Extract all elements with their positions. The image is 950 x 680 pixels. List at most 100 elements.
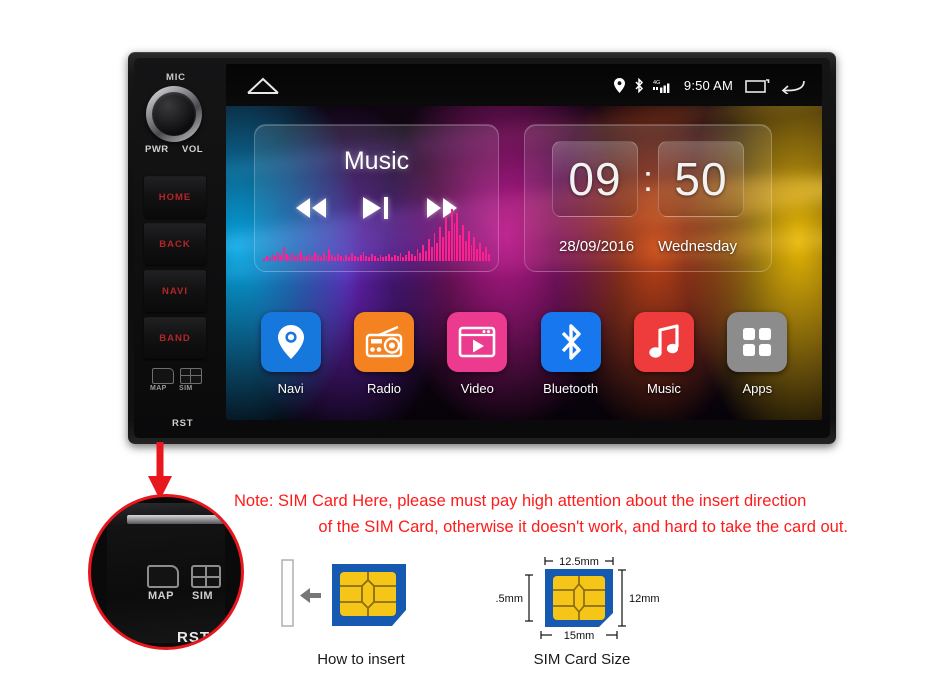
head-unit-inner-bezel: MIC PWR VOL HOME BACK NAVI BAND MAP SIM … [134,58,830,438]
app-icon-radio[interactable]: Radio [341,312,427,396]
app-icon-music[interactable]: Music [621,312,707,396]
visualizer-bar [456,213,459,261]
visualizer-bar [447,231,450,261]
audio-visualizer [263,209,490,261]
hardware-button-back[interactable]: BACK [144,223,206,265]
left-control-panel: MIC PWR VOL HOME BACK NAVI BAND MAP SIM … [142,64,220,432]
flip-clock: 09 : 50 [525,139,771,219]
visualizer-bar [359,255,362,261]
visualizer-bar [308,254,311,261]
visualizer-bar [268,257,271,261]
app-icon-navi[interactable]: Navi [248,312,334,396]
music-note-icon [649,324,679,358]
signal-bars-icon: 4G [652,80,670,93]
visualizer-bar [430,247,433,261]
visualizer-bar [419,253,422,261]
sim-card-slot-icon[interactable] [180,368,202,384]
status-bar-clock: 9:50 AM [683,77,733,93]
visualizer-bar [277,252,280,261]
visualizer-bar [484,247,487,261]
visualizer-bar [331,255,334,261]
recent-apps-icon[interactable] [745,77,771,94]
music-tile[interactable] [633,312,694,372]
sim-card-slot-icon[interactable] [191,565,221,588]
app-icon-bluetooth[interactable]: Bluetooth [528,312,614,396]
app-label-bluetooth: Bluetooth [543,381,599,396]
zoom-card-slots: MAP SIM [147,565,227,605]
visualizer-bar [487,254,490,261]
size-caption: SIM Card Size [533,651,631,668]
visualizer-bar [402,257,405,261]
visualizer-bar [288,256,291,261]
visualizer-bar [462,225,464,261]
visualizer-bar [439,227,442,261]
visualizer-bar [399,253,402,261]
visualizer-bar [371,254,373,261]
radio-icon [365,326,403,358]
visualizer-bar [376,258,379,261]
visualizer-bar [368,257,371,261]
visualizer-bar [405,255,408,261]
visualizer-bar [342,258,345,261]
visualizer-bar [336,254,339,261]
mic-label: MIC [166,72,186,83]
visualizer-bar [354,256,356,261]
visualizer-bar [476,249,479,261]
card-slot-area: MAP SIM [150,368,206,402]
visualizer-bar [379,255,382,261]
music-widget[interactable]: Music [254,124,499,272]
apps-tile[interactable] [727,312,788,372]
touchscreen-display[interactable]: 4G 9:50 AM Music 09: 50 28/09/2016 Wedn… [226,64,822,420]
back-arrow-icon[interactable] [780,77,806,94]
sim-card-size-diagram: 12.5mm 9.5mm 12mm [489,548,668,668]
visualizer-bar [334,257,336,261]
app-grid-icon [743,328,772,356]
visualizer-bar [464,241,467,261]
visualizer-bar [479,243,481,261]
bluetooth-icon [561,324,581,360]
app-icon-video[interactable]: Video [434,312,520,396]
clock-date: 28/09/2016 [558,238,635,255]
location-pin-icon [277,325,304,359]
map-slot-label: MAP [150,385,167,392]
video-tile[interactable] [447,312,508,372]
volume-label: VOL [182,144,204,155]
car-stereo-head-unit: MIC PWR VOL HOME BACK NAVI BAND MAP SIM … [128,52,836,444]
callout-arrow-icon [148,442,172,500]
map-card-slot-icon[interactable] [147,565,179,588]
bluetooth-tile[interactable] [540,312,601,372]
visualizer-bar [339,256,342,261]
visualizer-bar [408,251,410,261]
app-icon-apps[interactable]: Apps [714,312,800,396]
visualizer-bar [345,255,348,261]
visualizer-bar [413,256,416,261]
reset-label: RST [172,418,194,429]
visualizer-bar [356,257,359,261]
visualizer-bar [390,257,393,261]
clock-minutes: 50 [658,141,744,217]
app-label-video: Video [460,381,494,396]
radio-tile[interactable] [353,312,414,372]
app-label-navi: Navi [277,381,304,396]
hardware-button-navi[interactable]: NAVI [144,270,206,312]
visualizer-bar [325,256,328,261]
power-label: PWR [145,144,169,155]
video-play-icon [459,326,496,358]
bottom-dimension-label: 15mm [564,630,595,642]
clock-widget[interactable]: 09 : 50 28/09/2016 Wednesday [524,124,772,272]
map-card-slot-icon[interactable] [152,368,174,384]
home-icon[interactable] [244,74,282,96]
visualizer-bar [322,253,325,261]
size-illustration: 12.5mm 9.5mm 12mm [489,556,659,642]
visualizer-bar [445,217,447,261]
visualizer-bar [433,233,436,261]
right-dimension-line [618,569,626,627]
visualizer-bar [351,253,353,261]
visualizer-bar [271,254,274,261]
zoom-reset-label: RST [177,629,210,646]
visualizer-bar [274,256,277,261]
navi-tile[interactable] [260,312,321,372]
hardware-button-home[interactable]: HOME [144,176,206,218]
hardware-button-band[interactable]: BAND [144,317,206,359]
volume-power-knob[interactable] [146,86,202,142]
